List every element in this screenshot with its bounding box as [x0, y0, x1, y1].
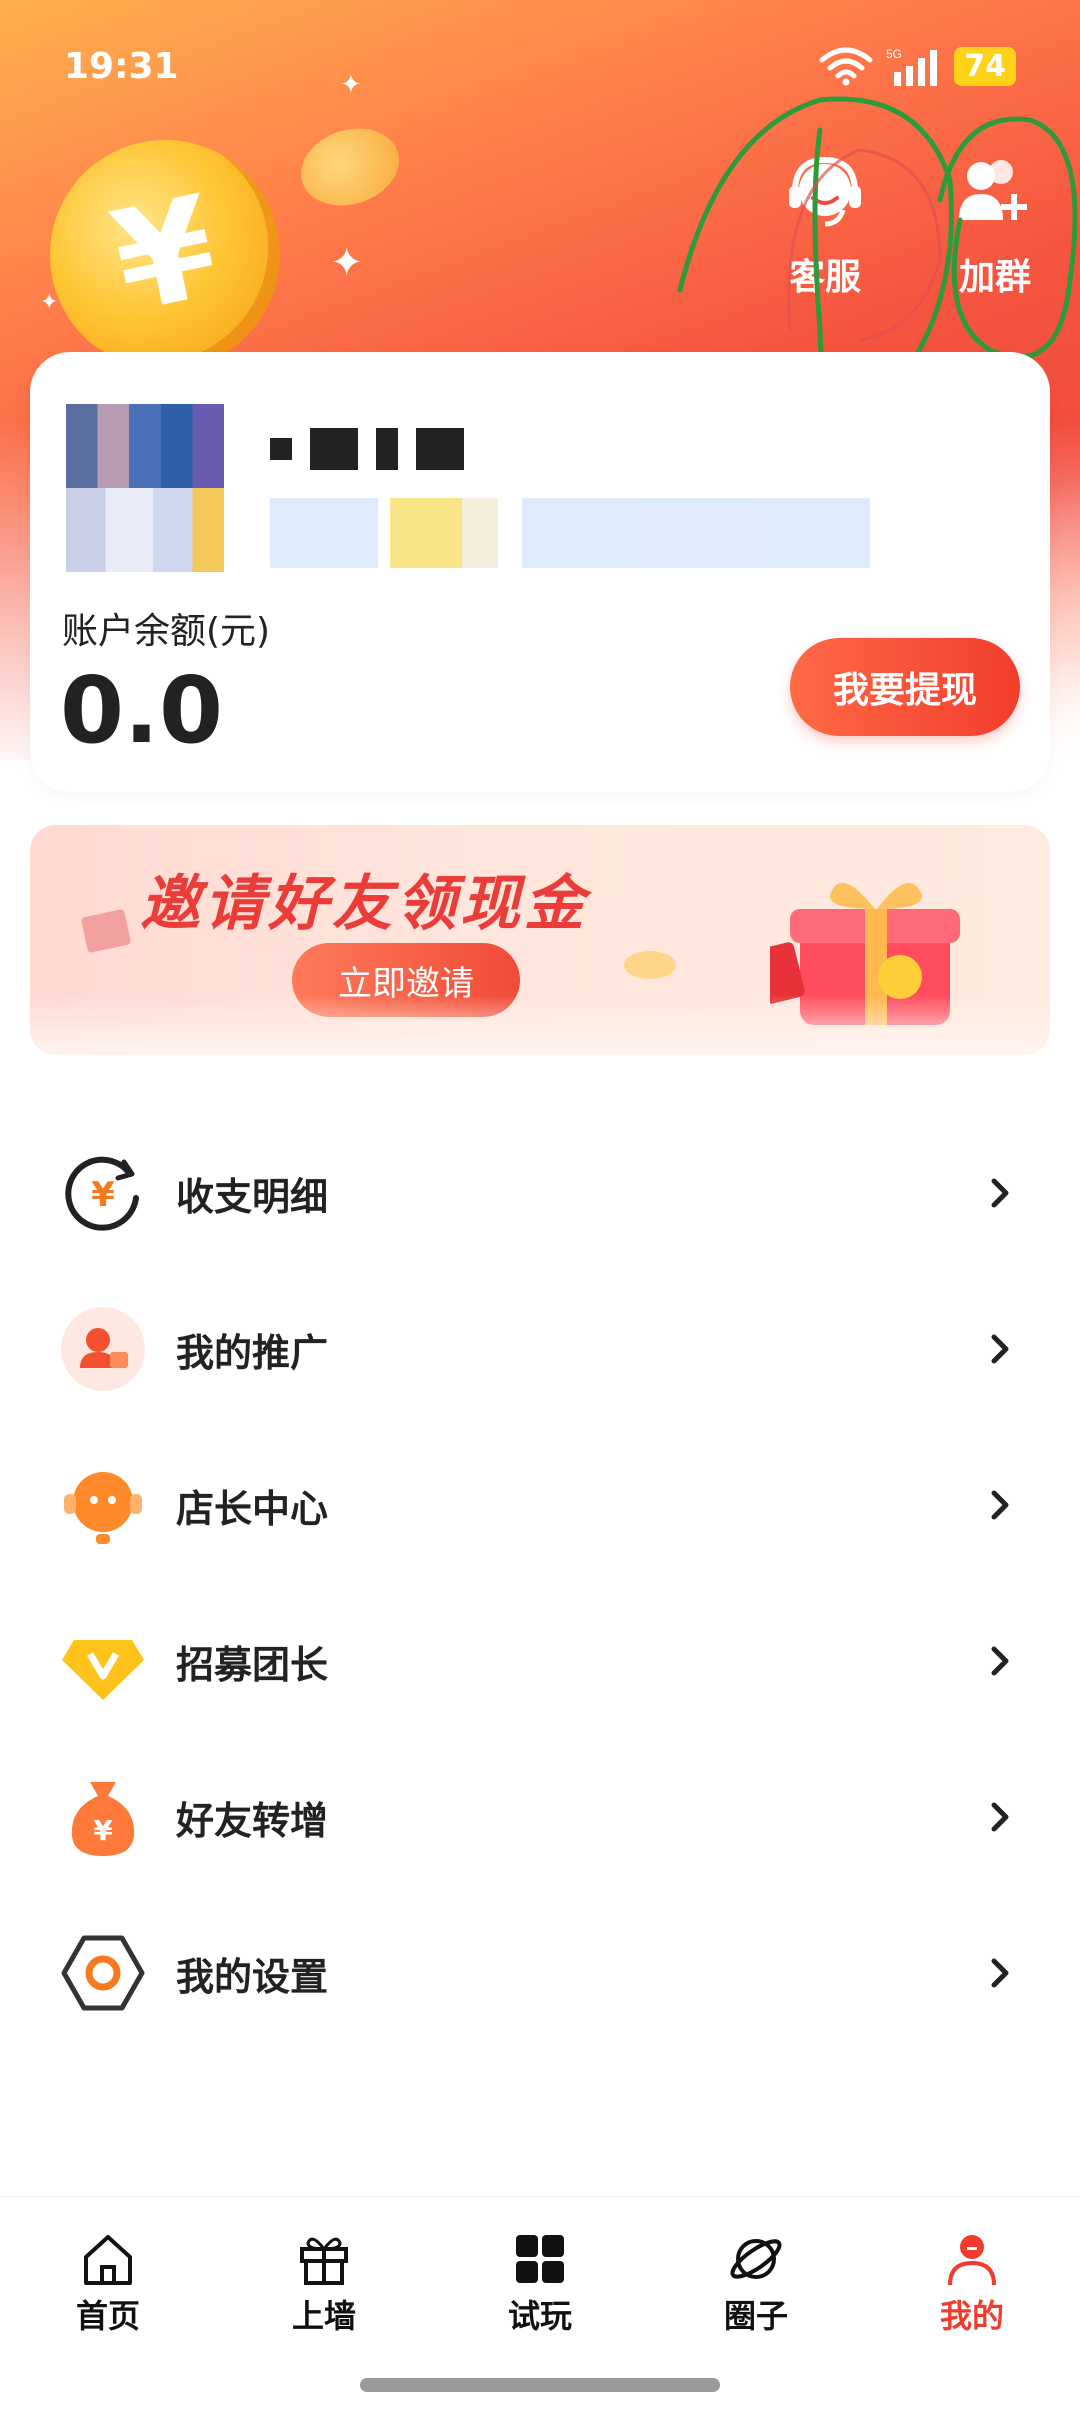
money-bag-icon: ¥ — [60, 1774, 146, 1860]
income-expense-icon: ¥ — [60, 1150, 146, 1236]
username-redacted — [270, 428, 464, 470]
svg-text:¥: ¥ — [93, 1814, 113, 1847]
status-bar: 19:31 5G 74 — [0, 0, 1080, 130]
settings-icon — [60, 1930, 146, 2016]
coin-icon — [624, 951, 676, 979]
battery-indicator: 74 — [954, 46, 1016, 86]
menu-label: 店长中心 — [176, 1486, 329, 1531]
menu-item-friend-transfer[interactable]: ¥ 好友转增 — [0, 1739, 1080, 1895]
balance-label: 账户余额(元) — [62, 611, 271, 652]
avatar[interactable] — [66, 404, 224, 572]
user-id-redacted — [270, 498, 870, 568]
nav-item-circle[interactable]: 圈子 — [676, 2197, 836, 2337]
withdraw-button[interactable]: 我要提现 — [790, 638, 1020, 736]
home-icon — [84, 2235, 132, 2285]
menu-item-recruit-leader[interactable]: 招募团长 — [0, 1583, 1080, 1739]
join-group-label: 加群 — [958, 257, 1031, 298]
signal-icon: 5G — [886, 47, 938, 86]
menu-item-income-expense[interactable]: ¥ 收支明细 — [0, 1115, 1080, 1271]
menu-item-settings[interactable]: 我的设置 — [0, 1895, 1080, 2051]
recruit-leader-icon — [60, 1618, 146, 1704]
grid-icon — [516, 2235, 564, 2283]
menu-item-store-manager[interactable]: 店长中心 — [0, 1427, 1080, 1583]
add-group-icon — [959, 160, 1027, 220]
profile-icon — [948, 2235, 996, 2286]
invite-banner[interactable]: 邀请好友领现金 立即邀请 — [30, 825, 1050, 1055]
planet-icon — [730, 2239, 782, 2279]
invite-title: 邀请好友领现金 — [140, 869, 588, 939]
menu-label: 招募团长 — [176, 1642, 329, 1687]
menu-label: 我的推广 — [176, 1330, 329, 1375]
header-actions: 客服 加群 — [760, 150, 1060, 300]
red-envelope-icon — [81, 909, 131, 953]
chevron-right-icon — [991, 1646, 1009, 1676]
nav-item-wall[interactable]: 上墙 — [244, 2197, 404, 2337]
customer-service-button[interactable]: 客服 — [760, 150, 890, 300]
chevron-right-icon — [991, 1490, 1009, 1520]
balance-value: 0.0 — [60, 657, 223, 764]
profile-card: 账户余额(元) 0.0 我要提现 — [30, 352, 1050, 792]
join-group-button[interactable]: 加群 — [930, 150, 1060, 300]
nav-label: 试玩 — [507, 2297, 572, 2335]
status-time: 19:31 — [64, 46, 179, 87]
nav-label: 首页 — [75, 2297, 140, 2335]
chevron-right-icon — [991, 1802, 1009, 1832]
nav-label: 我的 — [939, 2297, 1004, 2335]
bottom-nav: 首页 上墙 试玩 圈子 我的 — [0, 2196, 1080, 2347]
svg-text:¥: ¥ — [91, 1175, 115, 1215]
nav-label: 上墙 — [291, 2297, 356, 2335]
menu-label: 好友转增 — [176, 1798, 329, 1843]
nav-label: 圈子 — [723, 2297, 788, 2335]
network-type: 5G — [886, 47, 902, 61]
promotion-icon — [60, 1306, 146, 1392]
chevron-right-icon — [991, 1958, 1009, 1988]
sparkle-icon: ✦ — [330, 240, 364, 286]
status-icons: 5G 74 — [818, 46, 1016, 86]
home-indicator[interactable] — [360, 2378, 720, 2392]
menu-label: 收支明细 — [176, 1174, 329, 1219]
wifi-icon — [819, 47, 873, 86]
menu-label: 我的设置 — [176, 1954, 329, 1999]
gift-icon — [300, 2237, 348, 2285]
menu-list: ¥ 收支明细 我的推广 店长中心 招募团长 ¥ 好友转增 我的设置 — [0, 1115, 1080, 2051]
chevron-right-icon — [991, 1334, 1009, 1364]
nav-item-home[interactable]: 首页 — [28, 2197, 188, 2337]
nav-item-mine[interactable]: 我的 — [892, 2197, 1052, 2337]
nav-item-trial[interactable]: 试玩 — [460, 2197, 620, 2337]
menu-item-promotion[interactable]: 我的推广 — [0, 1271, 1080, 1427]
customer-service-label: 客服 — [788, 257, 861, 298]
store-manager-icon — [60, 1462, 146, 1548]
headset-icon — [789, 156, 861, 227]
banner-cloud — [30, 995, 1050, 1055]
sparkle-icon: ✦ — [40, 290, 59, 315]
chevron-right-icon — [991, 1178, 1009, 1208]
